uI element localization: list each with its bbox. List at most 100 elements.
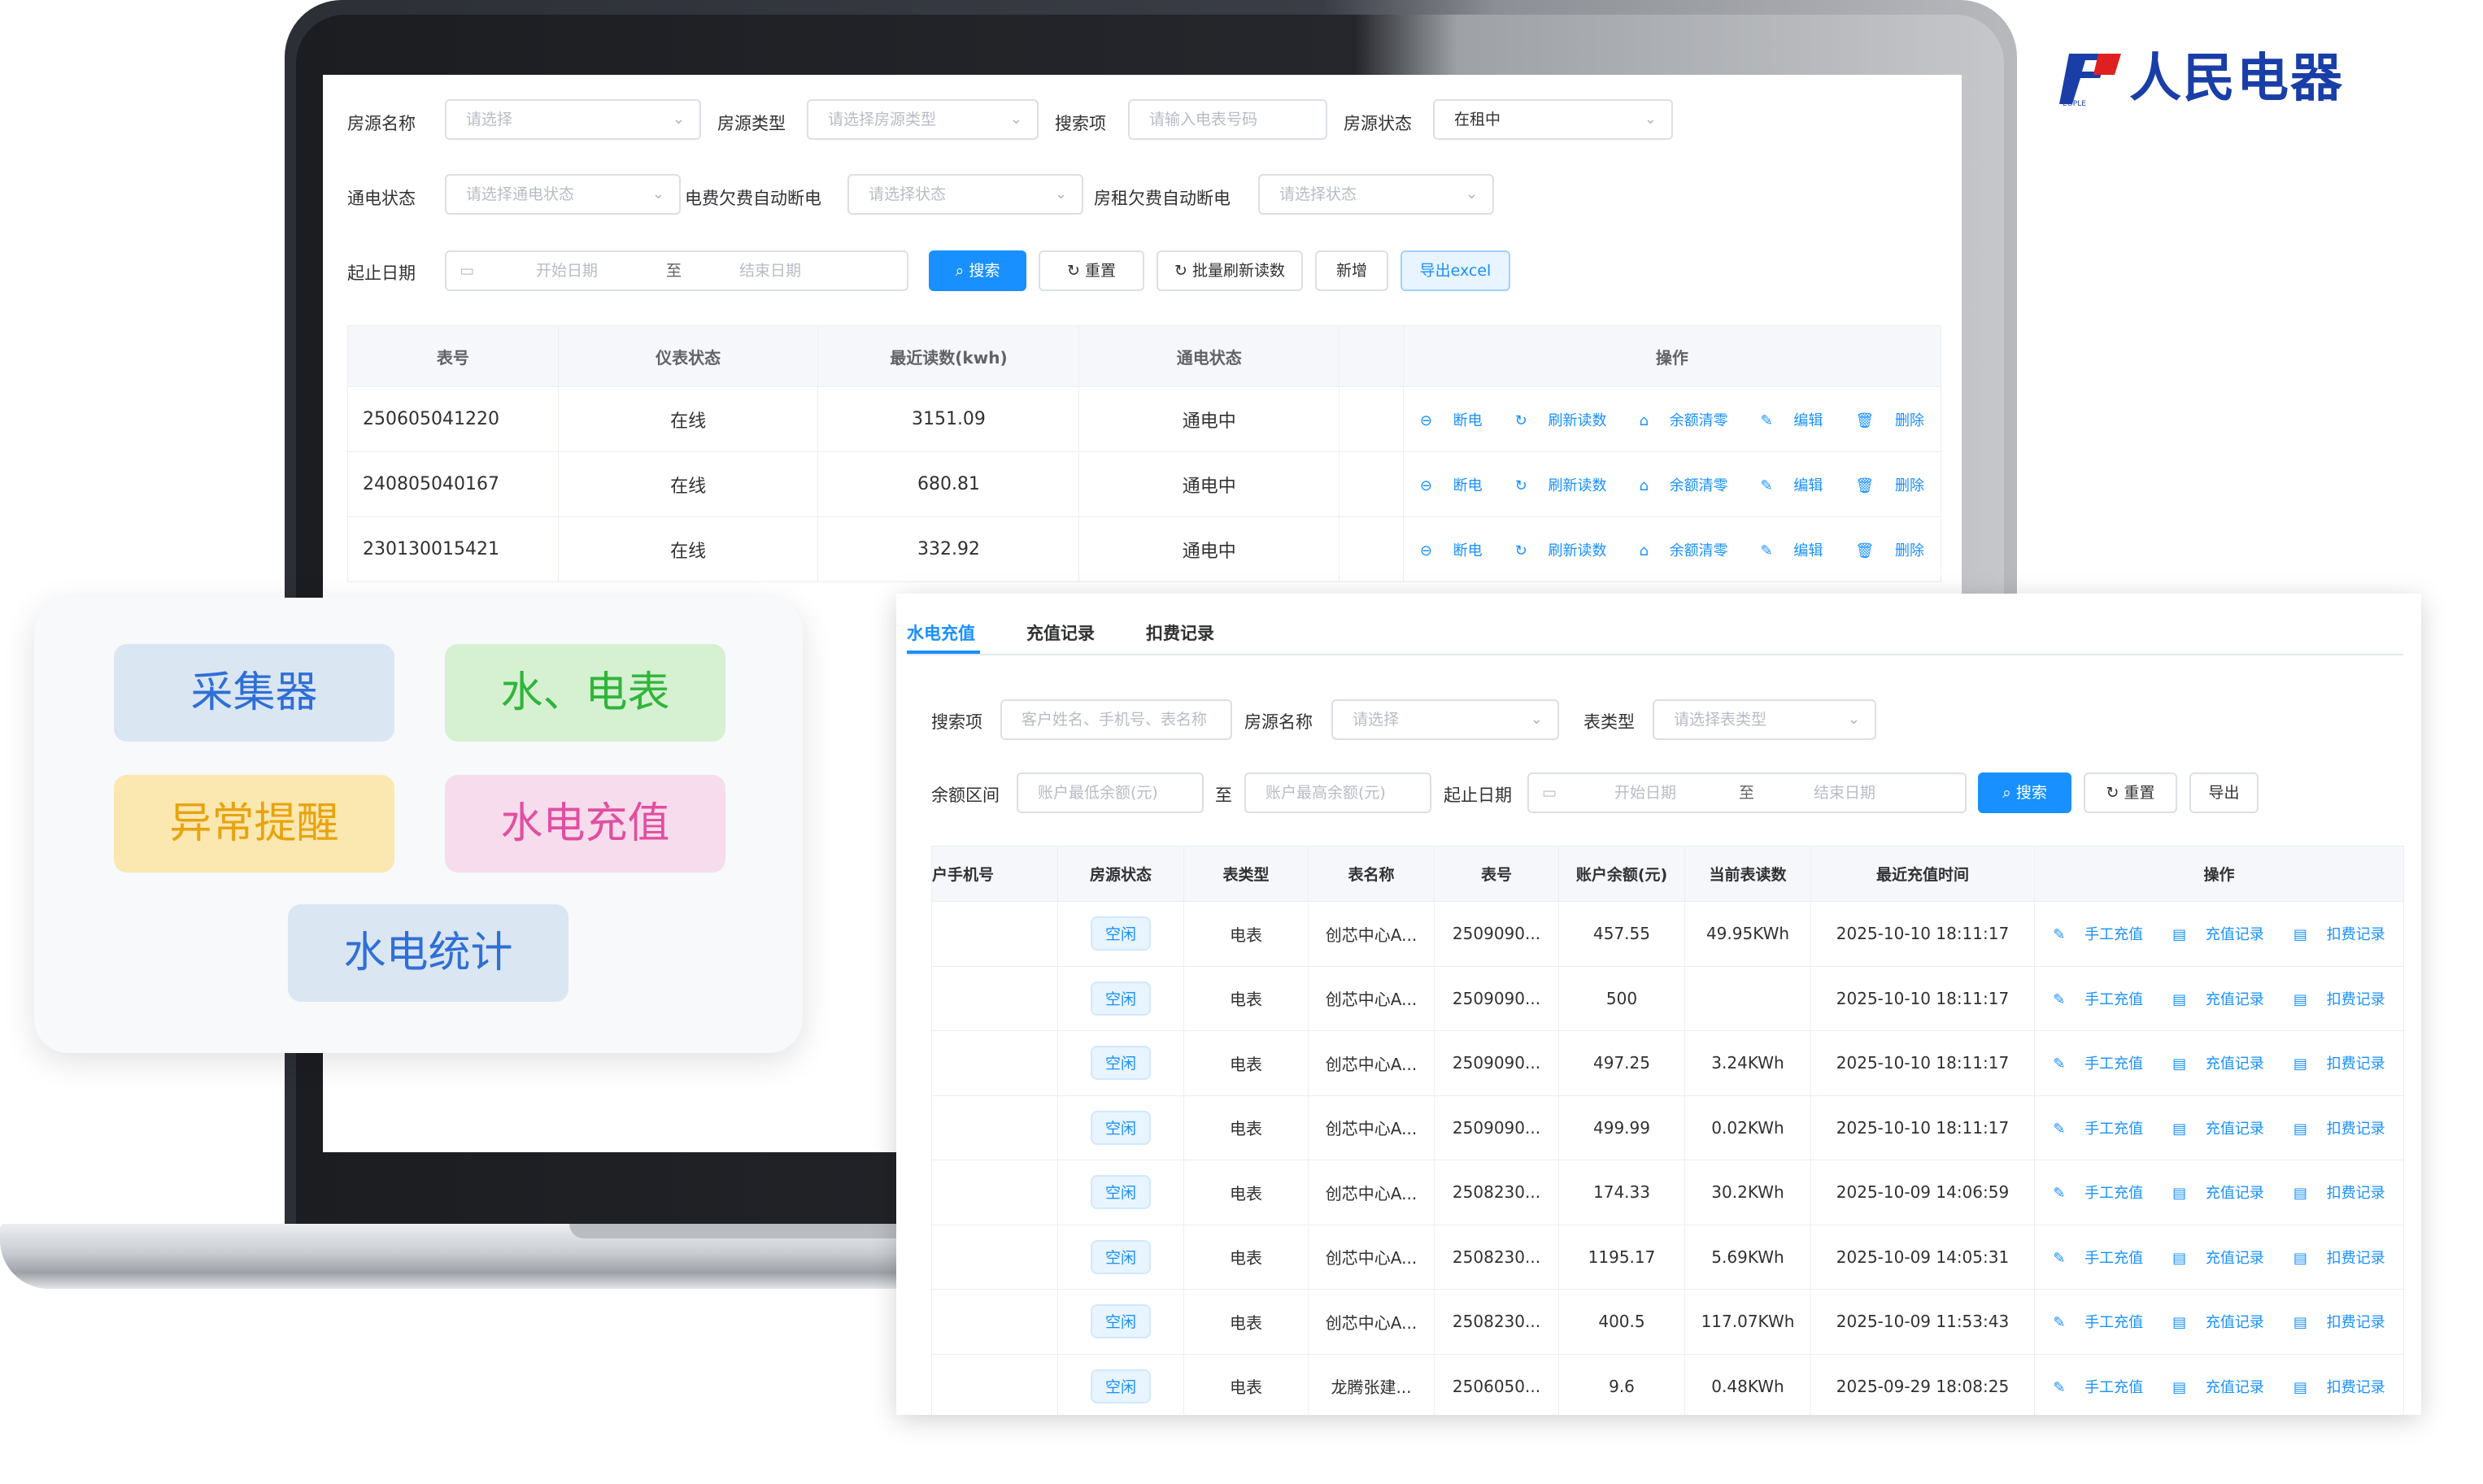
- col-header: 表类型: [1183, 846, 1309, 902]
- table-cell-type: 电表: [1183, 901, 1309, 967]
- action-link[interactable]: ▤ 扣费记录: [2286, 1185, 2393, 1202]
- action-label: 删除: [1895, 542, 1924, 559]
- table-cell-reading: 3151.09: [817, 386, 1080, 452]
- table-cell-actions: ⊖ 断电 ↻ 刷新读数 ⌂ 余额清零 ✎ 编辑 🗑 删除: [1402, 451, 1942, 517]
- action-link[interactable]: ⌂ 余额清零: [1631, 412, 1736, 429]
- action-link[interactable]: ▤ 充值记录: [2165, 1250, 2272, 1267]
- action-link[interactable]: ✎ 手工充值: [2045, 1055, 2150, 1073]
- table-cell-time: 2025-10-10 18:11:17: [1810, 1095, 2035, 1160]
- date-range-picker[interactable]: ▭ 开始日期 至 结束日期: [1527, 772, 1967, 813]
- power-status-select[interactable]: 请选择通电状态 ⌄: [445, 174, 681, 215]
- customer-search-input[interactable]: 客户姓名、手机号、表名称: [1000, 699, 1232, 740]
- action-link[interactable]: ▤ 充值记录: [2165, 1055, 2272, 1073]
- search-icon: ⌕: [2002, 784, 2016, 802]
- export-excel-button[interactable]: 导出excel: [1400, 250, 1510, 291]
- tab-recharge[interactable]: 水电充值: [907, 620, 975, 645]
- tab-recharge-records[interactable]: 充值记录: [1026, 620, 1095, 645]
- search-button[interactable]: ⌕ 搜索: [929, 250, 1026, 291]
- action-link[interactable]: ▤ 扣费记录: [2286, 1379, 2393, 1396]
- table-cell-reading: [1684, 965, 1811, 1031]
- table-row: 空闲 电表 创芯中心A... 2509090... 499.99 0.02KWh 2025-…: [931, 1095, 2404, 1160]
- table-cell-name: 创芯中心A...: [1308, 1030, 1435, 1096]
- refresh-icon: ↻: [1174, 262, 1192, 280]
- room-name-select[interactable]: 请选择 ⌄: [445, 99, 701, 140]
- balance-max-input[interactable]: 账户最高余额(元): [1244, 772, 1431, 813]
- front-window: 水电充值 充值记录 扣费记录 搜索项 客户姓名、手机号、表名称 房源名称 请选择…: [896, 594, 2421, 1415]
- action-link[interactable]: ⌂ 余额清零: [1631, 477, 1736, 494]
- action-link[interactable]: ▤ 扣费记录: [2286, 1250, 2393, 1267]
- document-icon: ▤: [2293, 990, 2312, 1008]
- action-link[interactable]: ⊖ 断电: [1412, 542, 1491, 559]
- row-actions: ✎ 手工充值 ▤ 充值记录 ▤ 扣费记录: [2036, 923, 2403, 944]
- action-link[interactable]: ▤ 充值记录: [2165, 1185, 2272, 1202]
- action-link[interactable]: ▤ 充值记录: [2165, 926, 2272, 943]
- action-link[interactable]: ▤ 扣费记录: [2286, 991, 2393, 1008]
- action-link[interactable]: ✎ 手工充值: [2045, 1250, 2150, 1267]
- meter-number-input[interactable]: 请输入电表号码: [1128, 99, 1327, 140]
- export-button[interactable]: 导出: [2189, 772, 2259, 813]
- meter-type-select[interactable]: 请选择表类型 ⌄: [1653, 699, 1876, 740]
- action-link[interactable]: ⊖ 断电: [1412, 477, 1491, 494]
- reset-button[interactable]: ↻ 重置: [1039, 250, 1144, 291]
- edit-icon: ✎: [2053, 1120, 2071, 1138]
- table-cell-time: 2025-10-09 14:06:59: [1810, 1160, 2035, 1225]
- table-cell-room-status: 空闲: [1057, 1289, 1184, 1355]
- action-link[interactable]: ▤ 充值记录: [2165, 1314, 2272, 1331]
- action-link[interactable]: ✎ 手工充值: [2045, 991, 2150, 1008]
- table-cell-reading: 117.07KWh: [1684, 1289, 1811, 1355]
- room-name-select[interactable]: 请选择 ⌄: [1331, 699, 1559, 740]
- reset-button[interactable]: ↻ 重置: [2084, 772, 2177, 813]
- room-status-select[interactable]: 在租中 ⌄: [1433, 99, 1673, 140]
- action-link[interactable]: ⌂ 余额清零: [1631, 542, 1736, 559]
- action-link[interactable]: ✎ 手工充值: [2045, 926, 2150, 943]
- action-link[interactable]: ✎ 手工充值: [2045, 1121, 2150, 1138]
- action-label: 手工充值: [2084, 1120, 2144, 1138]
- action-link[interactable]: 🗑 删除: [1847, 412, 1932, 429]
- action-link[interactable]: ✎ 手工充值: [2045, 1185, 2150, 1202]
- action-link[interactable]: ✎ 编辑: [1753, 412, 1832, 429]
- action-link[interactable]: ▤ 充值记录: [2165, 991, 2272, 1008]
- action-link[interactable]: ▤ 扣费记录: [2286, 1055, 2393, 1073]
- table-cell-name: 创芯中心A...: [1308, 901, 1435, 967]
- action-link[interactable]: ✎ 手工充值: [2045, 1379, 2150, 1396]
- action-link[interactable]: ▤ 扣费记录: [2286, 1314, 2393, 1331]
- action-link[interactable]: ⊖ 断电: [1412, 412, 1491, 429]
- action-link[interactable]: 🗑 删除: [1847, 477, 1932, 494]
- edit-icon: ✎: [2053, 990, 2071, 1008]
- action-link[interactable]: ▤ 充值记录: [2165, 1379, 2272, 1396]
- add-button[interactable]: 新增: [1315, 250, 1388, 291]
- table-cell-balance: 174.33: [1558, 1160, 1685, 1225]
- action-link[interactable]: ✎ 编辑: [1753, 542, 1832, 559]
- action-link[interactable]: ↻ 刷新读数: [1507, 542, 1615, 559]
- tab-deduction-records[interactable]: 扣费记录: [1146, 620, 1214, 645]
- action-link[interactable]: ✎ 编辑: [1753, 477, 1832, 494]
- document-icon: ▤: [2293, 1055, 2312, 1073]
- action-label: 充值记录: [2205, 990, 2264, 1008]
- batch-refresh-button[interactable]: ↻ 批量刷新读数: [1157, 250, 1303, 291]
- action-label: 编辑: [1793, 477, 1823, 494]
- chevron-down-icon: ⌄: [651, 185, 664, 202]
- table-cell-balance: 9.6: [1558, 1353, 1685, 1415]
- table-cell-phone: [931, 1289, 1058, 1355]
- delete-icon: 🗑: [1855, 411, 1879, 429]
- action-link[interactable]: ↻ 刷新读数: [1507, 477, 1615, 494]
- action-label: 扣费记录: [2326, 1314, 2385, 1332]
- col-header: 通电状态: [1078, 325, 1340, 387]
- power-icon: ⊖: [1419, 411, 1437, 429]
- search-button[interactable]: ⌕ 搜索: [1978, 772, 2071, 813]
- room-type-select[interactable]: 请选择房源类型 ⌄: [807, 99, 1039, 140]
- date-range-picker[interactable]: ▭ 开始日期 至 结束日期: [445, 250, 908, 291]
- action-link[interactable]: 🗑 删除: [1847, 542, 1932, 559]
- balance-min-input[interactable]: 账户最低余额(元): [1017, 772, 1204, 813]
- action-link[interactable]: ✎ 手工充值: [2045, 1314, 2150, 1331]
- edit-icon: ✎: [2053, 1249, 2071, 1267]
- room-type-label: 房源类型: [717, 114, 786, 133]
- action-link[interactable]: ▤ 扣费记录: [2286, 1121, 2393, 1138]
- action-link[interactable]: ▤ 扣费记录: [2286, 926, 2393, 943]
- fee-cutoff-select[interactable]: 请选择状态 ⌄: [847, 174, 1083, 215]
- action-link[interactable]: ▤ 充值记录: [2165, 1121, 2272, 1138]
- row-actions: ✎ 手工充值 ▤ 充值记录 ▤ 扣费记录: [2036, 1247, 2403, 1268]
- table-cell-phone: [931, 1224, 1058, 1290]
- rent-cutoff-select[interactable]: 请选择状态 ⌄: [1258, 174, 1494, 215]
- action-link[interactable]: ↻ 刷新读数: [1507, 412, 1615, 429]
